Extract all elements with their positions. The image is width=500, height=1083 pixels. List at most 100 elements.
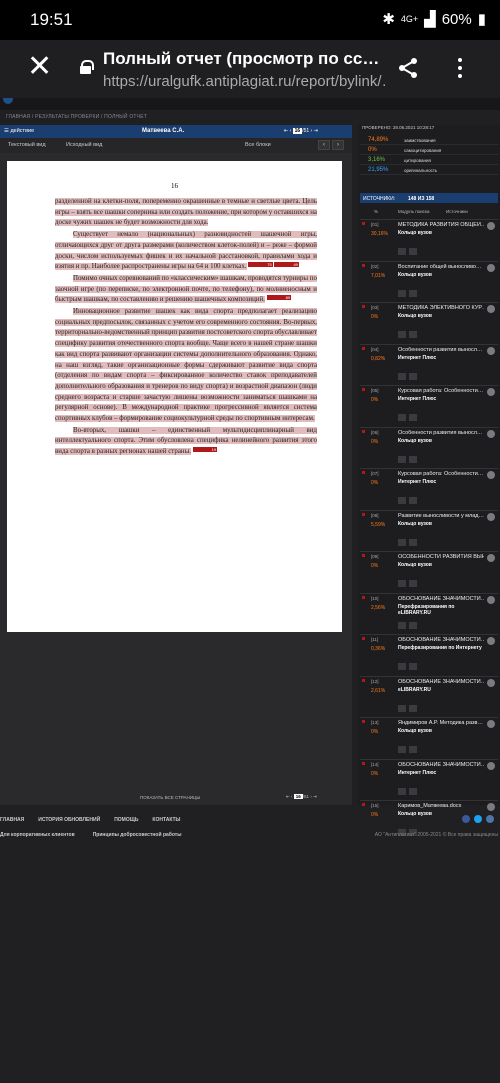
source-edit-icon[interactable] — [409, 746, 417, 753]
source-title[interactable]: Курсовая работа: Особенности… — [398, 471, 484, 478]
source-edit-icon[interactable] — [409, 663, 417, 670]
source-item[interactable]: [10] 2,56% ОБОСНОВАНИЕ ЗНАЧИМОСТИ… Перефраз… — [360, 592, 498, 635]
source-item[interactable]: [09] 0% ОСОБЕННОСТИ РАЗВИТИЯ ВЫН… Кольцо ву… — [360, 551, 498, 593]
show-all-pages-button[interactable]: ПОКАЗАТЬ ВСЕ СТРАНИЦЫ — [140, 795, 200, 800]
source-title[interactable]: Развитие выносливости у млад… — [398, 513, 484, 520]
twitter-icon[interactable] — [474, 815, 482, 823]
source-item[interactable]: [08] 5,59% Развитие выносливости у млад… Ко… — [360, 509, 498, 552]
vk-icon[interactable] — [486, 815, 494, 823]
all-blocks-select[interactable]: Все блоки — [245, 142, 271, 148]
more-menu-icon[interactable] — [455, 56, 465, 80]
source-toggle[interactable] — [487, 595, 495, 604]
footer-link-help[interactable]: ПОМОЩЬ — [114, 817, 138, 823]
page-nav-bottom[interactable]: ⇤ ‹ 16/51 › ⇥ — [286, 794, 317, 800]
source-tag[interactable]: 19 — [192, 447, 218, 453]
source-title[interactable]: Особенности развития выносл… — [398, 430, 484, 437]
source-item[interactable]: [04] 0,82% Особенности развития выносл… Инт… — [360, 343, 498, 386]
source-info-icon[interactable] — [398, 746, 406, 753]
source-edit-icon[interactable] — [409, 248, 417, 255]
footer-link-history[interactable]: ИСТОРИЯ ОБНОВЛЕНИЙ — [38, 817, 100, 823]
source-title[interactable]: ОБОСНОВАНИЕ ЗНАЧИМОСТИ… — [398, 637, 484, 644]
source-info-icon[interactable] — [398, 289, 406, 297]
source-edit-icon[interactable] — [409, 331, 417, 338]
source-toggle[interactable] — [487, 720, 495, 728]
source-item[interactable]: [07] 0% Курсовая работа: Особенности… Интер… — [360, 468, 498, 510]
source-title[interactable]: МЕТОДИКА ЭЛЕКТИВНОГО КУР… — [398, 305, 484, 312]
source-title[interactable]: ОСОБЕННОСТИ РАЗВИТИЯ ВЫН… — [398, 554, 484, 561]
source-toggle[interactable] — [487, 761, 495, 770]
source-toggle[interactable] — [487, 263, 495, 272]
source-edit-icon[interactable] — [409, 455, 417, 463]
source-edit-icon[interactable] — [409, 414, 417, 421]
source-info-icon[interactable] — [398, 372, 406, 380]
source-item[interactable]: [12] 2,61% ОБОСНОВАНИЕ ЗНАЧИМОСТИ… eLIBRARY… — [360, 675, 498, 718]
source-item[interactable]: [11] 0,36% ОБОСНОВАНИЕ ЗНАЧИМОСТИ… Перефраз… — [360, 634, 498, 676]
source-toggle[interactable] — [487, 305, 495, 313]
source-edit-icon[interactable] — [409, 497, 417, 504]
source-title[interactable]: ОБОСНОВАНИЕ ЗНАЧИМОСТИ… — [398, 762, 484, 769]
prev-block-button[interactable]: ‹ — [318, 140, 330, 150]
source-edit-icon[interactable] — [409, 289, 417, 297]
source-title[interactable]: Яндимиров А.Р. Методика разв… — [398, 720, 484, 727]
tab-source-view[interactable]: Исходный вид — [66, 142, 102, 148]
footer-link-home[interactable]: ГЛАВНАЯ — [0, 817, 24, 823]
source-toggle[interactable] — [487, 222, 495, 230]
next-block-button[interactable]: › — [332, 140, 344, 150]
breadcrumb[interactable]: ГЛАВНАЯ / РЕЗУЛЬТАТЫ ПРОВЕРКИ / ПОЛНЫЙ О… — [6, 114, 147, 120]
source-info-icon[interactable] — [398, 580, 406, 587]
source-info-icon[interactable] — [398, 414, 406, 421]
source-toggle[interactable] — [487, 637, 495, 645]
source-title[interactable]: Воспитание общей выносливо… — [398, 264, 484, 271]
source-info-icon[interactable] — [398, 331, 406, 338]
source-info-icon[interactable] — [398, 621, 406, 629]
source-title[interactable]: МЕТОДИКА РАЗВИТИЯ ОБЩЕЙ… — [398, 222, 484, 229]
source-toggle[interactable] — [487, 554, 495, 562]
source-toggle[interactable] — [487, 512, 495, 521]
source-tag[interactable]: 75 — [248, 262, 273, 268]
highlighted-text[interactable]: разделенной на клетки-поля, попеременно … — [55, 198, 317, 227]
source-info-icon[interactable] — [398, 538, 406, 546]
source-info-icon[interactable] — [398, 704, 406, 712]
source-toggle[interactable] — [487, 678, 495, 687]
source-info-icon[interactable] — [398, 455, 406, 463]
source-item[interactable]: [03] 0% МЕТОДИКА ЭЛЕКТИВНОГО КУР… Кольцо ву… — [360, 302, 498, 344]
source-item[interactable]: [14] 0% ОБОСНОВАНИЕ ЗНАЧИМОСТИ… Интернет Пл… — [360, 758, 498, 801]
source-item[interactable]: [02] 7,01% Воспитание общей выносливо… Коль… — [360, 260, 498, 303]
footer-link-principles[interactable]: Принципы добросовестной работы — [93, 832, 182, 838]
footer-link-corporate[interactable]: Для корпоративных клиентов — [0, 832, 75, 838]
facebook-icon[interactable] — [462, 815, 470, 823]
page-current[interactable]: 16 — [292, 128, 303, 134]
source-info-icon[interactable] — [398, 663, 406, 670]
source-toggle[interactable] — [487, 346, 495, 355]
source-item[interactable]: [06] 0% Особенности развития выносл… Кольцо… — [360, 426, 498, 469]
highlighted-text[interactable]: Во-вторых, шашки – единственный мультиди… — [55, 426, 317, 456]
url-bar[interactable]: https://uralgufk.antiplagiat.ru/report/b… — [103, 73, 388, 90]
source-edit-icon[interactable] — [409, 538, 417, 546]
source-toggle[interactable] — [487, 388, 495, 396]
source-title[interactable]: Особенности развития выносл… — [398, 347, 484, 354]
share-icon[interactable] — [396, 56, 420, 80]
highlighted-text[interactable]: Инновационное развитие шашек как вида сп… — [55, 308, 317, 423]
source-edit-icon[interactable] — [409, 621, 417, 629]
source-tag[interactable]: 89 — [266, 295, 292, 301]
source-title[interactable]: ОБОСНОВАНИЕ ЗНАЧИМОСТИ… — [398, 596, 484, 603]
footer-link-contacts[interactable]: КОНТАКТЫ — [152, 817, 180, 823]
source-title[interactable]: Каримов_Матвеева.docx — [398, 803, 484, 810]
antiplagiat-logo[interactable] — [3, 98, 13, 104]
tab-text-view[interactable]: Текстовый вид — [8, 142, 46, 148]
source-item[interactable]: [13] 0% Яндимиров А.Р. Методика разв… Кольц… — [360, 717, 498, 759]
page-nav[interactable]: ⇤ ‹ 16/51 › ⇥ — [284, 128, 318, 134]
source-toggle[interactable] — [487, 429, 495, 438]
source-tag[interactable]: 49 — [274, 262, 299, 268]
source-edit-icon[interactable] — [409, 704, 417, 712]
source-edit-icon[interactable] — [409, 580, 417, 587]
source-title[interactable]: ОБОСНОВАНИЕ ЗНАЧИМОСТИ… — [398, 679, 484, 686]
source-toggle[interactable] — [487, 471, 495, 479]
source-item[interactable]: [05] 0% Курсовая работа: Особенности… Интер… — [360, 385, 498, 427]
close-icon[interactable]: ✕ — [27, 52, 52, 82]
source-edit-icon[interactable] — [409, 787, 417, 795]
action-menu[interactable]: ☰ действие — [4, 128, 34, 134]
source-info-icon[interactable] — [398, 787, 406, 795]
source-info-icon[interactable] — [398, 497, 406, 504]
source-item[interactable]: [01] 30,16% МЕТОДИКА РАЗВИТИЯ ОБЩЕЙ… Кольцо… — [360, 219, 498, 261]
